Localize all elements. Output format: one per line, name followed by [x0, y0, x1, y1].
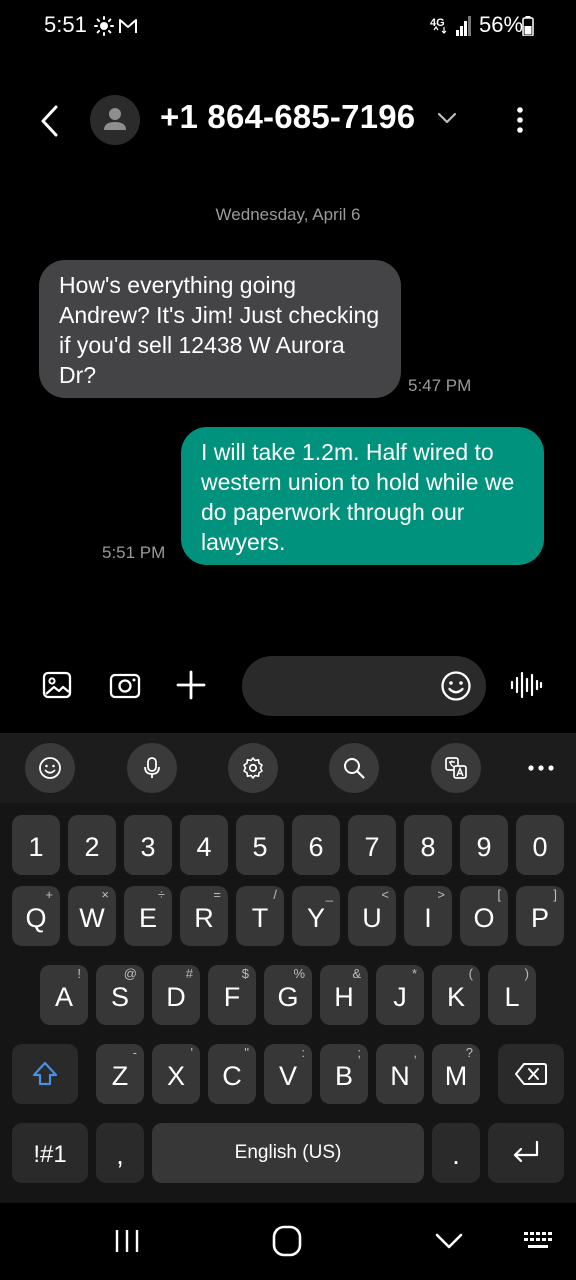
- period-key[interactable]: .: [432, 1123, 480, 1183]
- contact-avatar-icon[interactable]: [90, 95, 140, 145]
- key-9[interactable]: 9: [460, 815, 508, 875]
- keyboard-switch-icon[interactable]: [522, 1229, 556, 1253]
- hide-keyboard-icon[interactable]: [434, 1231, 464, 1251]
- enter-key[interactable]: [488, 1123, 564, 1183]
- key-1[interactable]: 1: [12, 815, 60, 875]
- key-f[interactable]: $ F: [208, 965, 256, 1025]
- contact-name[interactable]: +1 864-685-7196: [160, 98, 415, 136]
- key-2[interactable]: 2: [68, 815, 116, 875]
- compose-bar: [0, 655, 576, 717]
- gallery-icon[interactable]: [42, 670, 72, 700]
- message-timestamp: 5:47 PM: [408, 376, 472, 395]
- weather-sun-icon: [94, 16, 114, 36]
- settings-icon: [243, 757, 263, 779]
- key-3[interactable]: 3: [124, 815, 172, 875]
- kb-settings-button[interactable]: [228, 743, 278, 793]
- translate-icon: [445, 757, 467, 779]
- key-n[interactable]: ,N: [376, 1044, 424, 1104]
- status-time: 5:51: [44, 12, 87, 37]
- key-j[interactable]: * J: [376, 965, 424, 1025]
- home-icon[interactable]: [272, 1225, 302, 1257]
- key-0[interactable]: 0: [516, 815, 564, 875]
- signal-icon: 4G: [430, 16, 471, 36]
- kb-voice-button[interactable]: [127, 743, 177, 793]
- outgoing-message-bubble[interactable]: I will take 1.2m. Half wired to western …: [181, 427, 544, 565]
- key-o[interactable]: [O: [460, 886, 508, 946]
- status-bar: 5:51 4G 56%: [0, 0, 576, 52]
- comma-key[interactable]: ,: [96, 1123, 144, 1183]
- key-b[interactable]: ; B: [320, 1044, 368, 1104]
- key-z[interactable]: -Z: [96, 1044, 144, 1104]
- key-m[interactable]: ? M: [432, 1044, 480, 1104]
- key-q[interactable]: + Q: [12, 886, 60, 946]
- key-l[interactable]: ) L: [488, 965, 536, 1025]
- key-d[interactable]: # D: [152, 965, 200, 1025]
- navigation-bar: [0, 1203, 576, 1280]
- key-6[interactable]: 6: [292, 815, 340, 875]
- space-key[interactable]: English (US): [152, 1123, 424, 1183]
- key-t[interactable]: / T: [236, 886, 284, 946]
- plus-icon[interactable]: [176, 670, 206, 700]
- more-vertical-icon[interactable]: [510, 104, 530, 136]
- key-r[interactable]: = R: [180, 886, 228, 946]
- chevron-down-icon[interactable]: [436, 110, 458, 126]
- emoji-icon: [39, 757, 61, 779]
- message-timestamp: 5:51 PM: [102, 543, 166, 562]
- back-arrow-icon[interactable]: [36, 104, 64, 138]
- key-e[interactable]: ÷ E: [124, 886, 172, 946]
- key-4[interactable]: 4: [180, 815, 228, 875]
- key-y[interactable]: _ Y: [292, 886, 340, 946]
- search-icon: [344, 758, 365, 779]
- enter-icon: [513, 1140, 539, 1163]
- keyboard-toolbar: [0, 733, 576, 803]
- key-s[interactable]: @ S: [96, 965, 144, 1025]
- key-i[interactable]: > I: [404, 886, 452, 946]
- battery-icon: [522, 16, 534, 36]
- key-v[interactable]: :V: [264, 1044, 312, 1104]
- more-horizontal-icon[interactable]: [526, 757, 556, 779]
- network-label: 4G: [430, 17, 445, 29]
- key-8[interactable]: 8: [404, 815, 452, 875]
- conversation-header: +1 864-685-7196: [0, 88, 576, 152]
- key-c[interactable]: " C: [208, 1044, 256, 1104]
- key-u[interactable]: < U: [348, 886, 396, 946]
- kb-emoji-button[interactable]: [25, 743, 75, 793]
- incoming-message-bubble[interactable]: How's everything going Andrew? It's Jim!…: [39, 260, 401, 398]
- recents-icon[interactable]: [113, 1227, 141, 1255]
- backspace-key[interactable]: [498, 1044, 564, 1104]
- kb-translate-button[interactable]: [431, 743, 481, 793]
- camera-icon[interactable]: [109, 671, 141, 699]
- microphone-icon: [144, 757, 160, 778]
- key-x[interactable]: ' X: [152, 1044, 200, 1104]
- key-5[interactable]: 5: [236, 815, 284, 875]
- battery-percent: 56%: [479, 12, 524, 37]
- key-g[interactable]: % G: [264, 965, 312, 1025]
- kb-search-button[interactable]: [329, 743, 379, 793]
- emoji-icon[interactable]: [440, 670, 472, 702]
- shift-key[interactable]: [12, 1044, 78, 1104]
- shift-icon: [32, 1061, 58, 1086]
- key-7[interactable]: 7: [348, 815, 396, 875]
- key-w[interactable]: × W: [68, 886, 116, 946]
- key-h[interactable]: & H: [320, 965, 368, 1025]
- voice-wave-icon[interactable]: [508, 669, 544, 701]
- symbols-key[interactable]: !#1: [12, 1123, 88, 1183]
- key-k[interactable]: (K: [432, 965, 480, 1025]
- on-screen-keyboard: 1 2 3 4 5 6 7 8 9 0 + Q × W ÷ E = R / T _ Y < U…: [0, 733, 576, 1280]
- gmail-icon: [119, 19, 137, 33]
- key-a[interactable]: ! A: [40, 965, 88, 1025]
- backspace-icon: [515, 1063, 547, 1085]
- date-separator: Wednesday, April 6: [215, 205, 361, 224]
- key-p[interactable]: ] P: [516, 886, 564, 946]
